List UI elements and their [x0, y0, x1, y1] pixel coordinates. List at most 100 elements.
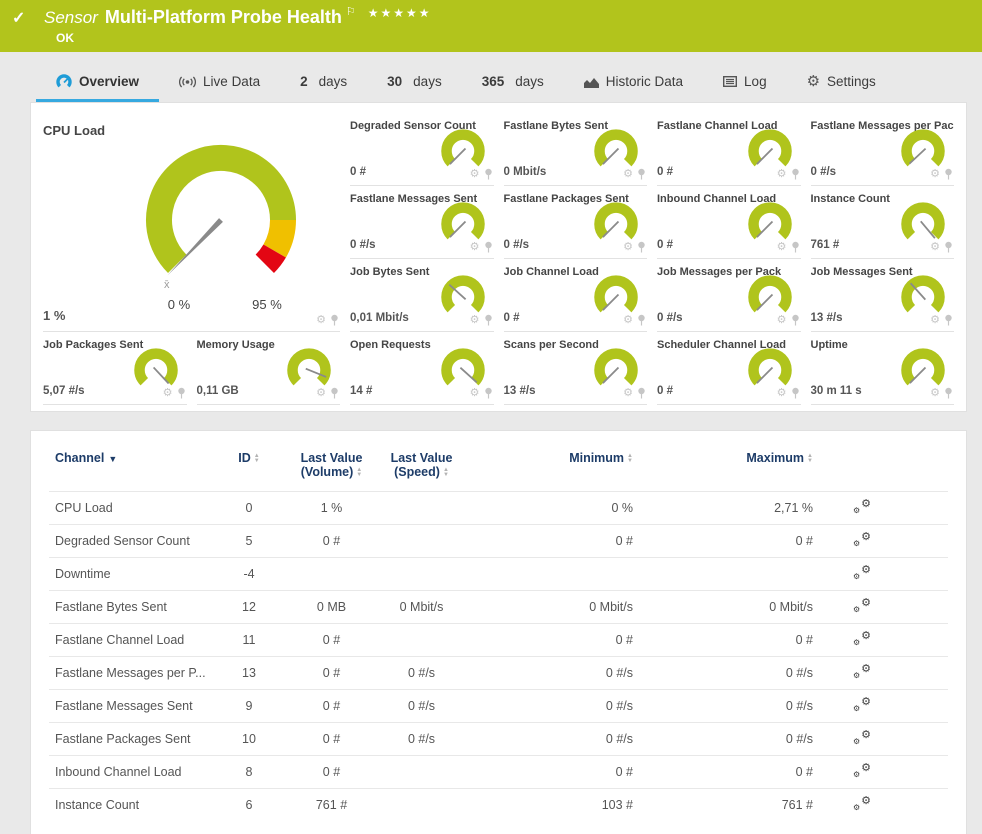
- channel-settings-gears-icon[interactable]: ⚙⚙: [853, 631, 871, 646]
- gauge-tile[interactable]: Scheduler Channel Load 0 # ⚙: [657, 332, 801, 405]
- tab-historic-data[interactable]: Historic Data: [564, 66, 703, 102]
- table-row[interactable]: Fastlane Bytes Sent 12 0 MB 0 Mbit/s 0 M…: [49, 591, 948, 624]
- gauge-tile[interactable]: Degraded Sensor Count 0 # ⚙: [350, 113, 494, 186]
- pin-icon[interactable]: [791, 168, 800, 180]
- tab-365-days[interactable]: 365 days: [462, 66, 564, 102]
- channel-name[interactable]: Fastlane Channel Load: [49, 624, 209, 657]
- pin-icon[interactable]: [944, 387, 953, 399]
- column-header-minimum[interactable]: Minimum▲▼: [469, 441, 639, 492]
- flag-icon[interactable]: ⚐: [346, 5, 356, 18]
- gauge-tile[interactable]: Job Packages Sent 5,07 #/s ⚙: [43, 332, 187, 405]
- gear-icon[interactable]: ⚙: [316, 388, 326, 399]
- gauge-tile[interactable]: Open Requests 14 # ⚙: [350, 332, 494, 405]
- gear-icon[interactable]: ⚙: [470, 169, 480, 180]
- column-header-maximum[interactable]: Maximum▲▼: [639, 441, 819, 492]
- pin-icon[interactable]: [330, 314, 339, 326]
- gauge-tile[interactable]: Fastlane Packages Sent 0 #/s ⚙: [504, 186, 648, 259]
- gear-icon[interactable]: ⚙: [930, 242, 940, 253]
- channel-name[interactable]: Fastlane Bytes Sent: [49, 591, 209, 624]
- gear-icon[interactable]: ⚙: [930, 315, 940, 326]
- pin-icon[interactable]: [637, 314, 646, 326]
- pin-icon[interactable]: [637, 387, 646, 399]
- channel-name[interactable]: Fastlane Messages Sent: [49, 690, 209, 723]
- column-header-channel[interactable]: Channel▼: [49, 441, 209, 492]
- gear-icon[interactable]: ⚙: [930, 388, 940, 399]
- pin-icon[interactable]: [330, 387, 339, 399]
- pin-icon[interactable]: [484, 387, 493, 399]
- table-row[interactable]: Inbound Channel Load 8 0 # 0 # 0 # ⚙⚙: [49, 756, 948, 789]
- gear-icon[interactable]: ⚙: [316, 315, 326, 326]
- tab-30-days[interactable]: 30 days: [367, 66, 462, 102]
- pin-icon[interactable]: [791, 387, 800, 399]
- channel-settings-gears-icon[interactable]: ⚙⚙: [853, 598, 871, 613]
- priority-stars[interactable]: ★★★★★: [368, 6, 432, 20]
- table-row[interactable]: Degraded Sensor Count 5 0 # 0 # 0 # ⚙⚙: [49, 525, 948, 558]
- pin-icon[interactable]: [177, 387, 186, 399]
- gauge-tile[interactable]: Job Messages per Pack 0 #/s ⚙: [657, 259, 801, 332]
- channel-name[interactable]: Instance Count: [49, 789, 209, 822]
- pin-icon[interactable]: [791, 314, 800, 326]
- pin-icon[interactable]: [484, 168, 493, 180]
- gear-icon[interactable]: ⚙: [777, 169, 787, 180]
- channel-name[interactable]: Degraded Sensor Count: [49, 525, 209, 558]
- channel-name[interactable]: CPU Load: [49, 492, 209, 525]
- gear-icon[interactable]: ⚙: [163, 388, 173, 399]
- table-row[interactable]: Downtime -4 ⚙⚙: [49, 558, 948, 591]
- gauge-tile[interactable]: Scans per Second 13 #/s ⚙: [504, 332, 648, 405]
- channel-name[interactable]: Fastlane Packages Sent: [49, 723, 209, 756]
- table-row[interactable]: Fastlane Messages Sent 9 0 # 0 #/s 0 #/s…: [49, 690, 948, 723]
- gauge-tile[interactable]: Fastlane Channel Load 0 # ⚙: [657, 113, 801, 186]
- tab-overview[interactable]: Overview: [36, 66, 159, 102]
- pin-icon[interactable]: [791, 241, 800, 253]
- pin-icon[interactable]: [944, 314, 953, 326]
- table-row[interactable]: CPU Load 0 1 % 0 % 2,71 % ⚙⚙: [49, 492, 948, 525]
- channel-settings-gears-icon[interactable]: ⚙⚙: [853, 565, 871, 580]
- gear-icon[interactable]: ⚙: [470, 388, 480, 399]
- channel-settings-gears-icon[interactable]: ⚙⚙: [853, 796, 871, 811]
- tab-live-data[interactable]: Live Data: [159, 66, 280, 102]
- channel-name[interactable]: Inbound Channel Load: [49, 756, 209, 789]
- column-header-id[interactable]: ID▲▼: [209, 441, 289, 492]
- pin-icon[interactable]: [484, 241, 493, 253]
- tab-log[interactable]: Log: [703, 66, 787, 102]
- tab-settings[interactable]: ⚙ Settings: [787, 66, 896, 102]
- table-row[interactable]: Fastlane Messages per P... 13 0 # 0 #/s …: [49, 657, 948, 690]
- channel-settings-gears-icon[interactable]: ⚙⚙: [853, 532, 871, 547]
- channel-settings-gears-icon[interactable]: ⚙⚙: [853, 697, 871, 712]
- table-row[interactable]: Fastlane Channel Load 11 0 # 0 # 0 # ⚙⚙: [49, 624, 948, 657]
- gauge-tile[interactable]: Job Channel Load 0 # ⚙: [504, 259, 648, 332]
- gauge-tile[interactable]: Fastlane Messages Sent 0 #/s ⚙: [350, 186, 494, 259]
- channel-settings-gears-icon[interactable]: ⚙⚙: [853, 499, 871, 514]
- gear-icon[interactable]: ⚙: [623, 315, 633, 326]
- gear-icon[interactable]: ⚙: [470, 315, 480, 326]
- pin-icon[interactable]: [637, 241, 646, 253]
- channel-settings-gears-icon[interactable]: ⚙⚙: [853, 763, 871, 778]
- gauge-tile[interactable]: Job Messages Sent 13 #/s ⚙: [811, 259, 955, 332]
- table-row[interactable]: Instance Count 6 761 # 103 # 761 # ⚙⚙: [49, 789, 948, 822]
- gear-icon[interactable]: ⚙: [623, 388, 633, 399]
- gauge-tile[interactable]: Job Bytes Sent 0,01 Mbit/s ⚙: [350, 259, 494, 332]
- column-header-last-value-volume[interactable]: Last Value (Volume)▲▼: [289, 441, 374, 492]
- pin-icon[interactable]: [944, 241, 953, 253]
- gear-icon[interactable]: ⚙: [470, 242, 480, 253]
- gauge-tile[interactable]: Fastlane Bytes Sent 0 Mbit/s ⚙: [504, 113, 648, 186]
- pin-icon[interactable]: [944, 168, 953, 180]
- gauge-tile[interactable]: Fastlane Messages per Pack 0 #/s ⚙: [811, 113, 955, 186]
- gear-icon[interactable]: ⚙: [623, 169, 633, 180]
- cpu-load-gauge-tile[interactable]: CPU Load x̄ 0 % 95 % 1 % ⚙: [43, 113, 340, 332]
- gauge-tile[interactable]: Memory Usage 0,11 GB ⚙: [197, 332, 341, 405]
- column-header-last-value-speed[interactable]: Last Value (Speed)▲▼: [374, 441, 469, 492]
- channel-settings-gears-icon[interactable]: ⚙⚙: [853, 664, 871, 679]
- gear-icon[interactable]: ⚙: [777, 242, 787, 253]
- gear-icon[interactable]: ⚙: [777, 315, 787, 326]
- channel-settings-gears-icon[interactable]: ⚙⚙: [853, 730, 871, 745]
- gear-icon[interactable]: ⚙: [777, 388, 787, 399]
- channel-name[interactable]: Downtime: [49, 558, 209, 591]
- gauge-tile[interactable]: Instance Count 761 # ⚙: [811, 186, 955, 259]
- gear-icon[interactable]: ⚙: [623, 242, 633, 253]
- channel-name[interactable]: Fastlane Messages per P...: [49, 657, 209, 690]
- pin-icon[interactable]: [637, 168, 646, 180]
- gauge-tile[interactable]: Uptime 30 m 11 s ⚙: [811, 332, 955, 405]
- tab-2-days[interactable]: 2 days: [280, 66, 367, 102]
- pin-icon[interactable]: [484, 314, 493, 326]
